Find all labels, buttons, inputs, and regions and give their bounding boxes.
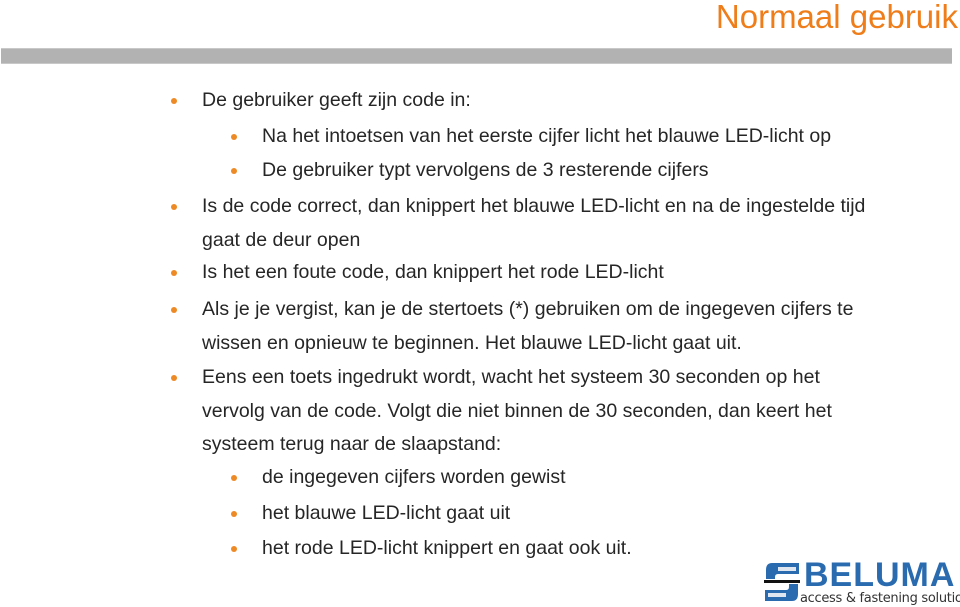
bullet-item: Eens een toets ingedrukt wordt, wacht he… bbox=[171, 361, 952, 462]
bullet-item: Als je je vergist, kan je de stertoets (… bbox=[171, 293, 952, 360]
bullet-text: De gebruiker geeft zijn code in: bbox=[202, 89, 471, 111]
bullet-text: gaat de deur open bbox=[202, 228, 361, 251]
logo-tagline: access & fastening solutions bbox=[800, 591, 960, 606]
bullet-text: vervolg van de code. Volgt die niet binn… bbox=[202, 399, 832, 422]
bullet-text: de ingegeven cijfers worden gewist bbox=[262, 466, 566, 488]
title-divider bbox=[1, 48, 952, 64]
bullet-icon bbox=[171, 98, 177, 104]
bullet-item: Is de code correct, dan knippert het bla… bbox=[171, 190, 952, 257]
company-logo: BELUMA access & fastening solutions bbox=[762, 556, 960, 606]
bullet-text: wissen en opnieuw te beginnen. Het blauw… bbox=[202, 331, 742, 354]
bullet-text: Is het een foute code, dan knippert het … bbox=[202, 261, 664, 283]
sub-bullet-item: de ingegeven cijfers worden gewist bbox=[231, 461, 952, 495]
logo-mark-icon bbox=[764, 563, 800, 601]
slide-title: Normaal gebruik bbox=[715, 0, 958, 35]
bullet-icon bbox=[171, 270, 177, 276]
bullet-text: Na het intoetsen van het eerste cijfer l… bbox=[262, 125, 832, 147]
bullet-item: Is het een foute code, dan knippert het … bbox=[171, 256, 952, 290]
sub-bullet-item: het blauwe LED-licht gaat uit bbox=[231, 497, 952, 531]
bullet-text: De gebruiker typt vervolgens de 3 rester… bbox=[262, 159, 709, 181]
bullet-icon bbox=[231, 168, 237, 174]
bullet-text: Als je je vergist, kan je de stertoets (… bbox=[202, 298, 854, 320]
bullet-item: De gebruiker geeft zijn code in: bbox=[171, 84, 952, 118]
bullet-icon bbox=[171, 204, 177, 210]
bullet-icon bbox=[231, 546, 237, 552]
bullet-icon bbox=[171, 307, 177, 313]
bullet-text: systeem terug naar de slaapstand: bbox=[202, 433, 502, 455]
bullet-icon bbox=[171, 375, 177, 381]
sub-bullet-item: De gebruiker typt vervolgens de 3 rester… bbox=[231, 154, 952, 188]
bullet-icon bbox=[231, 134, 237, 140]
sub-bullet-item: Na het intoetsen van het eerste cijfer l… bbox=[231, 120, 952, 154]
bullet-text: Eens een toets ingedrukt wordt, wacht he… bbox=[202, 366, 820, 388]
bullet-icon bbox=[231, 511, 237, 517]
bullet-text: het blauwe LED-licht gaat uit bbox=[262, 502, 511, 524]
bullet-text: Is de code correct, dan knippert het bla… bbox=[202, 195, 866, 217]
bullet-icon bbox=[231, 475, 237, 481]
logo-name: BELUMA bbox=[804, 556, 956, 594]
